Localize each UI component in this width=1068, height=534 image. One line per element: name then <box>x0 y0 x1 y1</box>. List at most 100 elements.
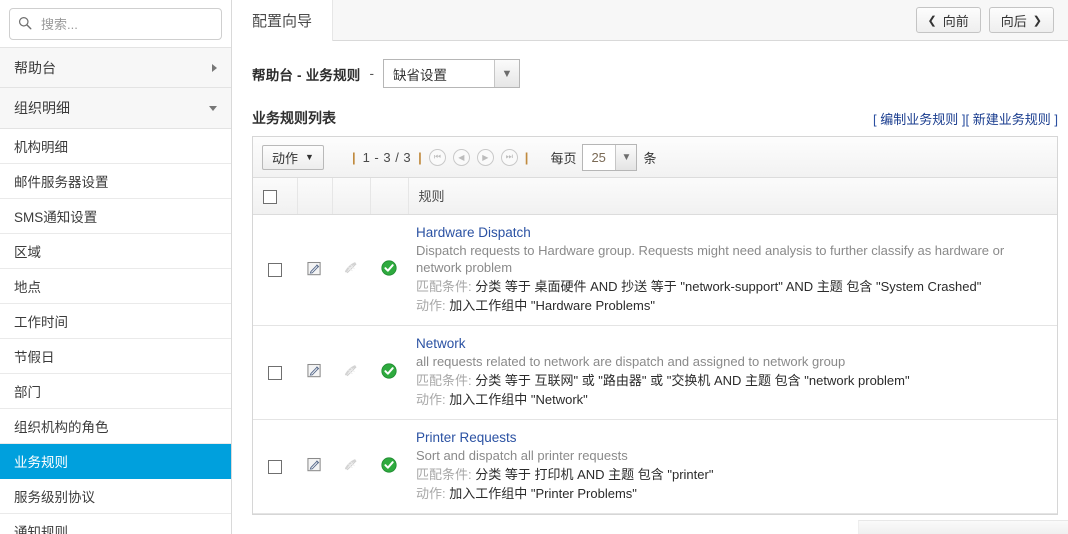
action-label: 动作: <box>416 485 446 501</box>
sidebar-item-3[interactable]: 区域 <box>0 234 231 269</box>
rule-name-link[interactable]: Network <box>416 336 1049 351</box>
rule-description: Dispatch requests to Hardware group. Req… <box>416 242 1005 275</box>
row-status-cell[interactable] <box>370 325 408 420</box>
select-all-header <box>253 178 298 215</box>
pagination: | 1 - 3 / 3 | ⏮ ◀ ▶ ⏭ | <box>352 148 528 166</box>
sidebar-item-6[interactable]: 节假日 <box>0 339 231 374</box>
sidebar-item-label: SMS通知设置 <box>14 210 98 225</box>
sidebar-group-label: 帮助台 <box>14 59 56 76</box>
sidebar-nav-list: 机构明细邮件服务器设置 SMS通知设置 区域地点工作时间节假日部门组织机构的角色业务… <box>0 129 231 534</box>
row-checkbox[interactable] <box>268 365 282 380</box>
sidebar: 帮助台 组织明细 机构明细邮件服务器设置 SMS通知设置区域地点工作时间节假日部门… <box>0 0 232 534</box>
sidebar-item-label: 通知规则 <box>14 525 68 534</box>
sidebar-item-10[interactable]: 服务级别协议 <box>0 479 231 514</box>
rule-criteria-line: 匹配条件: 分类 等于 桌面硬件 AND 抄送 等于 "network-supp… <box>416 277 1049 296</box>
disabled-slash-icon <box>344 458 357 470</box>
sidebar-item-5[interactable]: 工作时间 <box>0 304 231 339</box>
row-edit-cell[interactable] <box>297 214 332 326</box>
forward-button-label: 向后 <box>1000 13 1027 29</box>
action-label: 动作: <box>416 297 446 313</box>
row-disable-cell[interactable] <box>332 325 370 420</box>
sidebar-item-11[interactable]: 通知规则 <box>0 514 231 534</box>
status-enabled-icon <box>381 260 397 276</box>
row-disable-cell[interactable] <box>332 419 370 514</box>
last-page-button[interactable]: ⏭ <box>500 148 518 166</box>
app-root: 帮助台 组织明细 机构明细邮件服务器设置 SMS通知设置区域地点工作时间节假日部门… <box>0 0 1068 534</box>
sidebar-item-7[interactable]: 部门 <box>0 374 231 409</box>
sidebar-item-label: 区域 <box>14 245 41 260</box>
search-icon <box>18 16 39 33</box>
prev-page-button[interactable]: ◀ <box>452 148 470 166</box>
search-input[interactable] <box>39 15 213 33</box>
compose-business-rule-link[interactable]: 编制业务规则 <box>880 112 958 127</box>
row-edit-cell[interactable] <box>297 325 332 420</box>
edit-column-header <box>297 178 333 215</box>
rule-name-link[interactable]: Hardware Dispatch <box>416 225 1049 240</box>
row-select-cell <box>253 214 297 326</box>
row-rule-cell: Network all requests related to network a… <box>408 325 1057 420</box>
sidebar-item-label: 邮件服务器设置 <box>14 175 109 190</box>
content-area: 帮助台 - 业务规则 - 缺省设置 ▼ 业务规则列表 [ 编制业务规则 ] [ 新… <box>232 41 1068 515</box>
rule-action-line: 动作: 加入工作组中 "Hardware Problems" <box>416 296 1049 315</box>
new-business-rule-link[interactable]: 新建业务规则 <box>973 112 1051 127</box>
action-button-label: 动作 <box>272 150 299 166</box>
sidebar-item-label: 机构明细 <box>14 140 68 155</box>
rule-name-link[interactable]: Printer Requests <box>416 430 1049 445</box>
search-box[interactable] <box>9 8 222 40</box>
rule-criteria-line: 匹配条件: 分类 等于 打印机 AND 主题 包含 "printer" <box>416 465 1049 484</box>
status-enabled-icon <box>381 456 397 473</box>
sidebar-item-label: 部门 <box>14 385 41 400</box>
main-area: 配置向导 ❮ 向前 向后 ❯ 帮助台 - 业务规则 - 缺省设置 ▼ 业务规则列… <box>232 0 1068 534</box>
sidebar-item-2[interactable]: SMS通知设置 <box>0 199 231 234</box>
list-header-links: [ 编制业务规则 ][ 新建业务规则 ] <box>873 109 1058 128</box>
pipe-mid: | <box>418 149 422 165</box>
first-page-button[interactable]: ⏮ <box>428 148 446 166</box>
breadcrumb: 帮助台 - 业务规则 - 缺省设置 ▼ <box>232 41 1068 88</box>
chevron-down-icon: ▼ <box>494 60 519 87</box>
per-page-select[interactable]: 25 ▼ <box>582 143 638 171</box>
sidebar-group-helpdesk[interactable]: 帮助台 <box>0 47 231 88</box>
criteria-label: 匹配条件: <box>416 466 472 482</box>
select-all-checkbox[interactable] <box>263 189 277 204</box>
sidebar-item-4[interactable]: 地点 <box>0 269 231 304</box>
edit-icon <box>307 457 321 472</box>
action-value: 加入工作组中 "Hardware Problems" <box>449 297 655 313</box>
sidebar-item-label: 工作时间 <box>14 315 68 330</box>
row-edit-cell[interactable] <box>297 419 332 514</box>
criteria-value: 分类 等于 打印机 AND 主题 包含 "printer" <box>475 466 714 482</box>
action-button[interactable]: 动作 ▼ <box>262 144 324 170</box>
sidebar-group-organization[interactable]: 组织明细 <box>0 88 231 129</box>
row-rule-cell: Hardware Dispatch Dispatch requests to Ha… <box>408 214 1057 326</box>
sidebar-item-label: 业务规则 <box>14 455 68 470</box>
sidebar-item-9[interactable]: 业务规则 <box>0 444 231 479</box>
tab-config-wizard[interactable]: 配置向导 <box>232 0 334 41</box>
bracket-open: [ <box>965 112 970 127</box>
next-page-button[interactable]: ▶ <box>476 148 494 166</box>
criteria-value: 分类 等于 桌面硬件 AND 抄送 等于 "network-support" A… <box>475 278 982 294</box>
back-button-label: 向前 <box>942 13 969 29</box>
top-bar: 配置向导 ❮ 向前 向后 ❯ <box>232 0 1068 41</box>
sidebar-item-0[interactable]: 机构明细 <box>0 129 231 164</box>
row-rule-cell: Printer Requests Sort and dispatch all pr… <box>408 419 1057 514</box>
scope-select[interactable]: 缺省设置 ▼ <box>383 59 520 88</box>
sidebar-item-8[interactable]: 组织机构的角色 <box>0 409 231 444</box>
back-button[interactable]: ❮ 向前 <box>915 7 981 33</box>
row-checkbox[interactable] <box>268 459 282 474</box>
disabled-slash-icon <box>344 262 357 274</box>
table-header-row: 规则 <box>253 178 1057 215</box>
row-checkbox[interactable] <box>268 263 282 278</box>
row-disable-cell[interactable] <box>332 214 370 326</box>
page-title: 配置向导 <box>252 13 313 30</box>
row-status-cell[interactable] <box>370 419 408 514</box>
sidebar-item-label: 地点 <box>14 280 41 295</box>
per-page-unit: 条 <box>643 150 657 166</box>
caret-down-icon: ▼ <box>305 152 314 162</box>
chevron-down-icon: ▼ <box>615 144 637 170</box>
row-status-cell[interactable] <box>370 214 408 326</box>
rule-action-line: 动作: 加入工作组中 "Printer Problems" <box>416 484 1049 503</box>
action-label: 动作: <box>416 391 446 407</box>
rule-action-line: 动作: 加入工作组中 "Network" <box>416 390 1049 409</box>
edit-icon <box>307 363 321 378</box>
sidebar-item-1[interactable]: 邮件服务器设置 <box>0 164 231 199</box>
forward-button[interactable]: 向后 ❯ <box>988 7 1054 33</box>
